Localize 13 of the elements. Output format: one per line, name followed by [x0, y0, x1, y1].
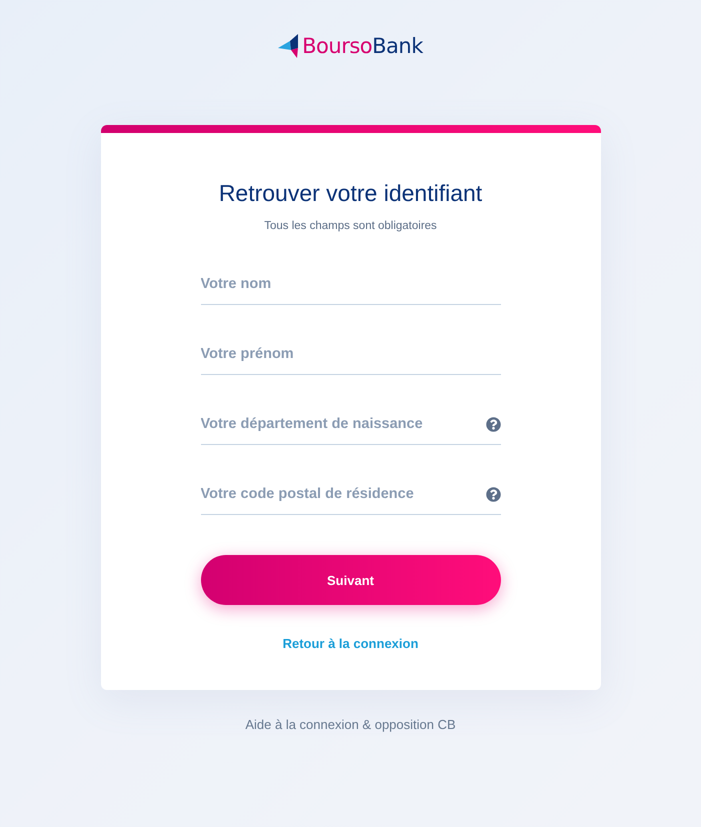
- brand-logo-text: BoursoBank: [302, 34, 423, 58]
- text-input-field[interactable]: Votre prénom: [200, 334, 500, 375]
- back-to-login-link[interactable]: Retour à la connexion: [282, 636, 418, 652]
- text-input-field[interactable]: Votre département de naissance: [200, 404, 500, 445]
- text-input-field[interactable]: Votre nom: [200, 264, 500, 305]
- help-icon[interactable]: [486, 417, 500, 432]
- logo-arrow-icon: [278, 34, 298, 58]
- form-title: Retrouver votre identifiant: [218, 179, 482, 207]
- form-subtitle: Tous les champs sont obligatoires: [264, 219, 437, 234]
- next-button[interactable]: Suivant: [200, 555, 500, 605]
- help-icon[interactable]: [486, 487, 500, 502]
- login-help-link[interactable]: Aide à la connexion & opposition CB: [245, 717, 456, 733]
- text-input-field[interactable]: Votre code postal de résidence: [200, 474, 500, 515]
